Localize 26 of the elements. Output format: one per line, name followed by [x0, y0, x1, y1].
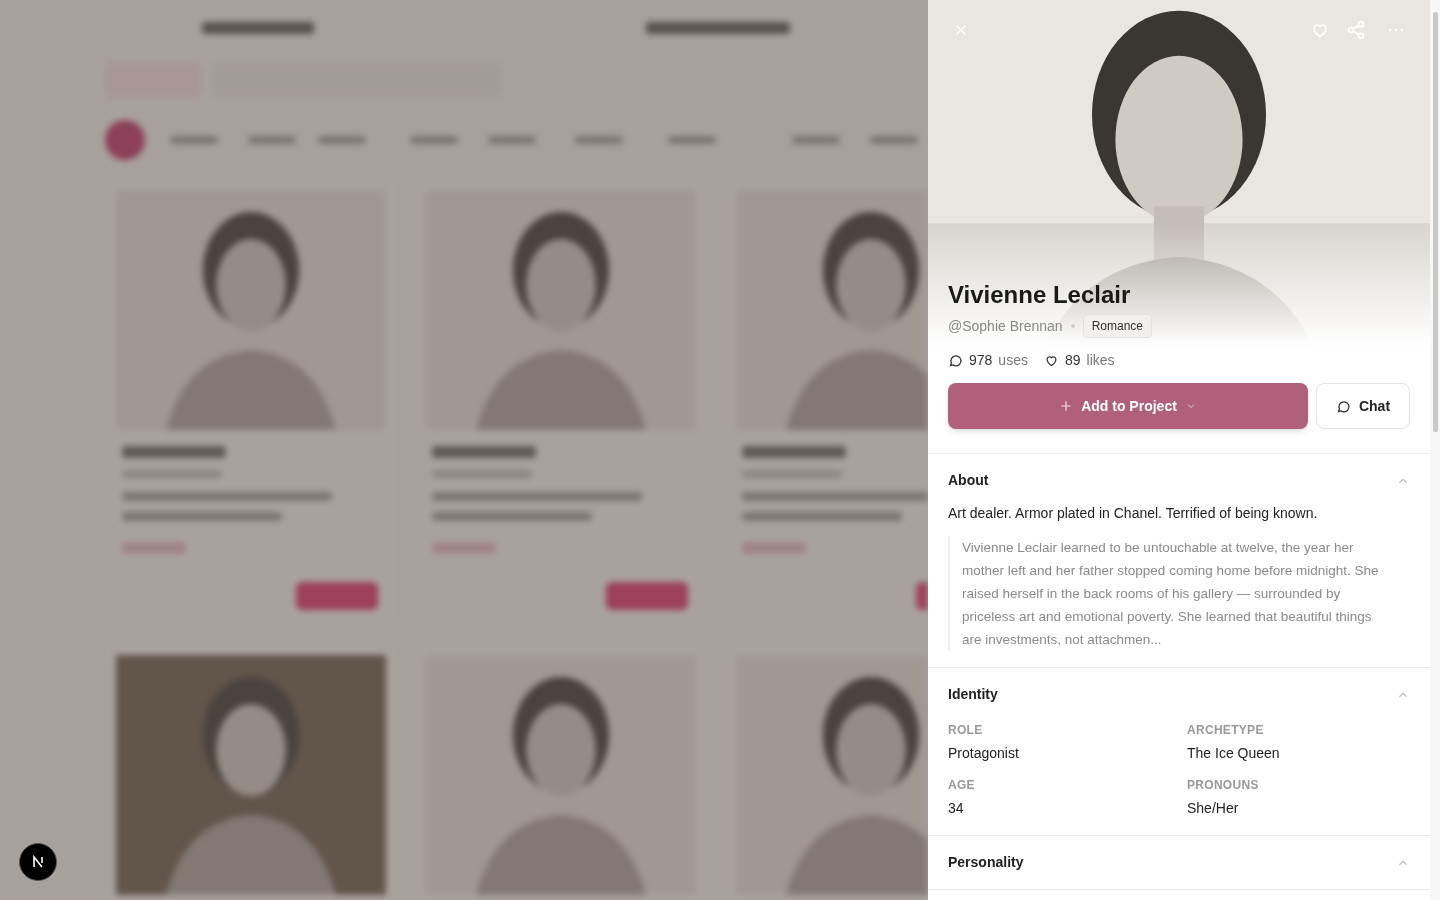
chat-bubble-icon	[948, 353, 963, 368]
character-name: Vivienne Leclair	[948, 280, 1132, 310]
stat-count: 89	[1064, 351, 1081, 370]
field-value: The Ice Queen	[1187, 744, 1281, 763]
field-value: Protagonist	[948, 744, 1020, 763]
backstory-excerpt: Vivienne Leclair learned to be untouchable at twelve, the year her mother left and her father stopped coming home before midnight. She raised herself in the back rooms of his gallery — surrounded by priceless art and emotional poverty. She learned that beautiful things are investments, not attachmen...	[962, 539, 1380, 649]
field-label: PRONOUNS	[1187, 777, 1260, 794]
stat-count: 978	[969, 351, 993, 370]
field-label: AGE	[948, 777, 976, 794]
chat-bubble-icon	[1335, 398, 1351, 414]
scrollbar[interactable]	[1430, 0, 1440, 900]
add-to-project-button[interactable]: Add to Project	[948, 383, 1308, 429]
field-value: She/Her	[1187, 799, 1240, 818]
section-title[interactable]: Identity	[948, 684, 998, 705]
field-value: 34	[948, 799, 965, 818]
plus-icon	[1059, 399, 1074, 413]
stat-label: uses	[998, 351, 1028, 370]
share-icon[interactable]	[1346, 20, 1366, 40]
section-title[interactable]: Personality	[948, 852, 1024, 873]
chat-button[interactable]: Chat	[1316, 383, 1410, 429]
tagline: Art dealer. Armor plated in Chanel. Terrified of being known.	[948, 504, 1319, 523]
genre-tag: Romance	[1082, 314, 1152, 338]
section-title[interactable]: About	[948, 470, 989, 491]
stat-label: likes	[1086, 351, 1115, 370]
field-label: ROLE	[948, 722, 984, 739]
field-label: ARCHETYPE	[1187, 722, 1265, 739]
